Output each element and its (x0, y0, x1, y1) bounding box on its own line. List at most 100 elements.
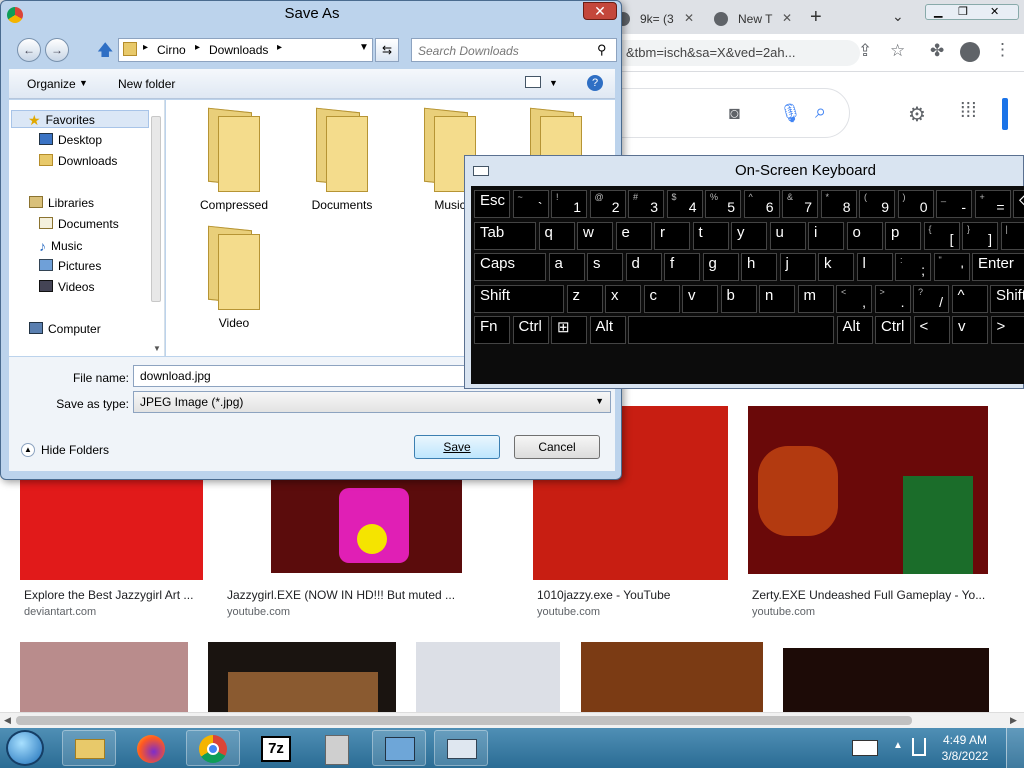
osk-key[interactable]: ~ ` (512, 190, 549, 218)
settings-gear-icon[interactable]: ⚙ (908, 102, 926, 127)
path-breadcrumb[interactable]: ▸ Cirno ▸ Downloads ▸ ▼ (118, 38, 373, 62)
osk-key[interactable]: ) 0 (897, 190, 934, 218)
scroll-left-icon[interactable]: ◀ (4, 715, 11, 726)
osk-key[interactable]: y (731, 221, 767, 250)
nav-item-favorites[interactable]: ★ Favorites (11, 110, 149, 128)
osk-key[interactable]: k (818, 253, 854, 281)
nav-item-pictures[interactable]: Pictures (39, 259, 101, 273)
result-caption[interactable]: Explore the Best Jazzygirl Art ... (24, 588, 204, 602)
nav-scrollbar[interactable] (151, 116, 161, 302)
osk-key[interactable]: < (913, 316, 950, 344)
osk-key[interactable]: m (797, 284, 834, 313)
collapse-up-icon[interactable]: ▲ (21, 443, 35, 457)
extensions-icon[interactable]: ✤ (930, 41, 944, 61)
help-icon[interactable]: ? (587, 75, 603, 91)
osk-key[interactable]: n (759, 284, 795, 313)
osk-key[interactable]: " ' (933, 253, 970, 281)
new-tab-button[interactable]: + (810, 6, 822, 29)
osk-key[interactable]: l (856, 253, 893, 281)
osk-key[interactable]: (9 (859, 190, 895, 218)
osk-key[interactable]: Caps (474, 253, 546, 281)
chevron-down-icon[interactable]: ▼ (79, 78, 88, 88)
taskbar-explorer[interactable] (62, 730, 116, 766)
show-desktop-button[interactable] (1006, 728, 1024, 768)
tray-keyboard-icon[interactable] (852, 740, 878, 756)
dialog-close-button[interactable]: ✕ (583, 2, 617, 20)
result-thumbnail[interactable] (20, 642, 188, 712)
minimize-icon[interactable]: ▁ (934, 5, 942, 18)
up-folder-icon[interactable]: 🡅 (97, 39, 113, 66)
osk-key[interactable]: q (538, 221, 575, 250)
osk-key[interactable]: & 7 (782, 190, 818, 218)
organize-menu[interactable]: Organize (27, 77, 76, 91)
result-thumbnail[interactable] (271, 468, 462, 573)
result-thumbnail[interactable] (581, 642, 763, 712)
taskbar-7zip[interactable]: 7z (248, 730, 302, 766)
taskbar-firefox[interactable] (124, 730, 178, 766)
result-caption[interactable]: 1010jazzy.exe - YouTube (537, 588, 717, 602)
new-folder-button[interactable]: New folder (118, 77, 175, 91)
profile-avatar-icon[interactable] (960, 42, 980, 62)
breadcrumb-item[interactable]: Cirno (157, 43, 186, 57)
osk-key[interactable]: Shift (990, 284, 1024, 313)
osk-key[interactable]: % 5 (705, 190, 741, 218)
nav-item-computer[interactable]: Computer (29, 322, 101, 336)
folder-item[interactable]: Video (184, 224, 284, 330)
osk-key[interactable]: Alt (589, 316, 626, 344)
osk-key[interactable]: ^ 6 (743, 190, 780, 218)
osk-key[interactable]: >. (874, 284, 911, 313)
chevron-down-icon[interactable]: ▼ (549, 78, 558, 88)
folder-item[interactable]: Documents (292, 106, 392, 212)
taskbar-control-panel[interactable] (372, 730, 426, 766)
osk-key[interactable]: {[ (923, 221, 960, 250)
osk-key[interactable]: Ctrl (512, 316, 549, 344)
osk-key[interactable]: ⌫ (1013, 190, 1024, 218)
osk-key[interactable]: g (702, 253, 739, 281)
osk-key[interactable]: d (625, 253, 662, 281)
search-downloads-input[interactable]: Search Downloads (411, 38, 617, 62)
scrollbar-thumb[interactable] (16, 716, 912, 725)
osk-key[interactable]: @2 (589, 190, 626, 218)
menu-dots-icon[interactable]: ⋮ (994, 40, 1011, 60)
bookmark-star-icon[interactable]: ☆ (890, 41, 905, 61)
osk-key[interactable]: w (577, 221, 613, 250)
nav-item-desktop[interactable]: Desktop (39, 133, 102, 147)
maximize-icon[interactable]: ❐ (958, 5, 968, 18)
osk-key[interactable]: $4 (666, 190, 703, 218)
osk-key[interactable]: <, (836, 284, 872, 313)
osk-key[interactable]: c (643, 284, 680, 313)
save-as-type-select[interactable]: JPEG Image (*.jpg) ▼ (133, 391, 611, 413)
close-icon[interactable]: ✕ (990, 5, 999, 18)
folder-item[interactable]: Compressed (184, 106, 284, 212)
osk-key[interactable]: Alt (836, 316, 873, 344)
osk-key[interactable]: Tab (474, 221, 536, 250)
tray-expand-icon[interactable]: ▲ (893, 740, 903, 751)
osk-key[interactable]: |\ (1000, 221, 1024, 250)
address-bar[interactable]: &tbm=isch&sa=X&ved=2ah... (600, 40, 860, 66)
osk-key[interactable]: j (779, 253, 816, 281)
nav-item-downloads[interactable]: Downloads (39, 154, 117, 168)
osk-key[interactable]: x (605, 284, 641, 313)
save-button[interactable]: Save (414, 435, 500, 459)
osk-key[interactable]: + = (974, 190, 1011, 218)
tab-search-chevron-icon[interactable]: ⌄ (892, 8, 904, 25)
osk-key[interactable]: Enter (972, 253, 1024, 281)
osk-key[interactable]: z (566, 284, 603, 313)
refresh-button[interactable]: ⇆ (375, 38, 399, 62)
osk-key[interactable]: a (548, 253, 585, 281)
osk-key[interactable]: * 8 (820, 190, 857, 218)
osk-key[interactable]: #3 (628, 190, 664, 218)
osk-key[interactable]: _ - (936, 190, 972, 218)
camera-icon[interactable]: ◙ (729, 103, 740, 124)
horizontal-scrollbar[interactable]: ◀ ▶ (0, 712, 1024, 728)
tab-close-icon[interactable]: ✕ (684, 11, 694, 25)
osk-key[interactable]: u (769, 221, 806, 250)
browser-tab[interactable]: New T ✕ (702, 4, 800, 34)
osk-key[interactable]: ^ (951, 284, 988, 313)
apps-grid-icon[interactable]: ⁞⁞⁞ (960, 100, 977, 123)
result-thumbnail[interactable] (783, 648, 989, 712)
mic-icon[interactable]: 🎙 (779, 103, 802, 124)
search-icon[interactable]: ⌕ (815, 101, 826, 124)
result-caption[interactable]: Jazzygirl.EXE (NOW IN HD!!! But muted ..… (227, 588, 463, 602)
osk-key[interactable]: o (846, 221, 883, 250)
